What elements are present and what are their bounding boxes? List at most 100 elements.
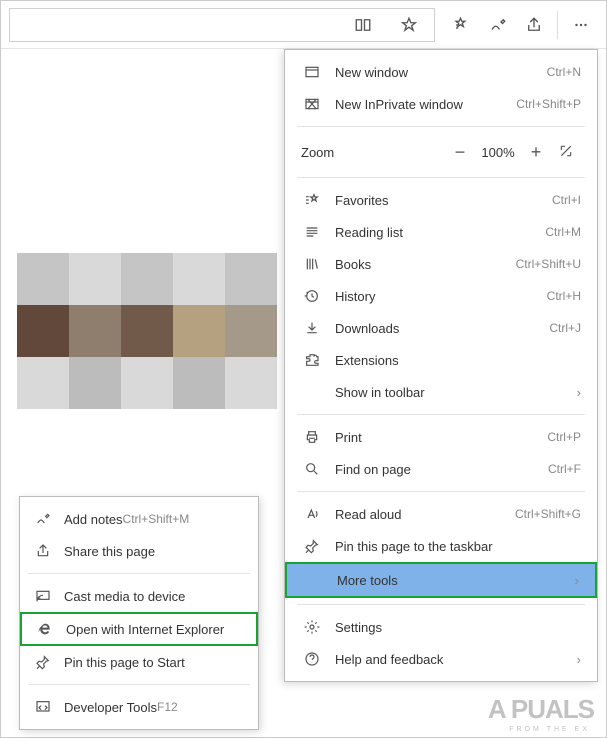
menu-print[interactable]: Print Ctrl+P (285, 421, 597, 453)
search-icon (301, 461, 323, 477)
menu-shortcut: Ctrl+H (547, 289, 581, 303)
star-lines-icon (301, 192, 323, 208)
menu-label: Show in toolbar (335, 385, 577, 400)
menu-new-window[interactable]: New window Ctrl+N (285, 56, 597, 88)
menu-label: Pin this page to the taskbar (335, 539, 581, 554)
menu-divider (297, 604, 585, 605)
menu-divider (297, 177, 585, 178)
menu-label: Pin this page to Start (64, 655, 185, 670)
chevron-right-icon: › (577, 385, 581, 400)
menu-pin-taskbar[interactable]: Pin this page to the taskbar (285, 530, 597, 562)
menu-shortcut: Ctrl+P (547, 430, 581, 444)
favorite-star-icon[interactable] (392, 8, 426, 42)
menu-shortcut: Ctrl+J (549, 321, 581, 335)
menu-label: Favorites (335, 193, 552, 208)
cast-icon (32, 588, 54, 604)
menu-show-in-toolbar[interactable]: Show in toolbar › (285, 376, 597, 408)
menu-label: Settings (335, 620, 581, 635)
menu-shortcut: Ctrl+Shift+P (516, 97, 581, 111)
pin-icon (32, 654, 54, 670)
menu-label: Extensions (335, 353, 581, 368)
menu-shortcut: Ctrl+M (545, 225, 581, 239)
more-menu-icon[interactable] (564, 8, 598, 42)
inprivate-icon (301, 96, 323, 112)
notes-icon[interactable] (481, 8, 515, 42)
chevron-right-icon: › (575, 573, 579, 588)
menu-favorites[interactable]: Favorites Ctrl+I (285, 184, 597, 216)
pen-icon (32, 511, 54, 527)
menu-label: Read aloud (335, 507, 515, 522)
menu-label: More tools (337, 573, 575, 588)
menu-label: Share this page (64, 544, 155, 559)
menu-label: New InPrivate window (335, 97, 516, 112)
share-icon[interactable] (517, 8, 551, 42)
zoom-in-button[interactable]: + (521, 142, 551, 163)
menu-label: Cast media to device (64, 589, 185, 604)
download-icon (301, 320, 323, 336)
menu-divider (28, 684, 250, 685)
toolbar (1, 1, 606, 49)
menu-read-aloud[interactable]: Read aloud Ctrl+Shift+G (285, 498, 597, 530)
pin-icon (301, 538, 323, 554)
history-icon (301, 288, 323, 304)
menu-divider (297, 414, 585, 415)
menu-history[interactable]: History Ctrl+H (285, 280, 597, 312)
submenu-add-notes[interactable]: Add notes Ctrl+Shift+M (20, 503, 258, 535)
list-icon (301, 224, 323, 240)
menu-shortcut: F12 (157, 700, 178, 714)
menu-find[interactable]: Find on page Ctrl+F (285, 453, 597, 485)
menu-more-tools[interactable]: More tools › (285, 562, 597, 598)
settings-menu: New window Ctrl+N New InPrivate window C… (284, 49, 598, 682)
menu-label: Find on page (335, 462, 548, 477)
watermark: A PUALS (488, 694, 594, 725)
menu-label: Downloads (335, 321, 549, 336)
fullscreen-button[interactable] (551, 142, 581, 163)
devtools-icon (32, 699, 54, 715)
share-icon (32, 543, 54, 559)
submenu-share[interactable]: Share this page (20, 535, 258, 567)
menu-shortcut: Ctrl+Shift+G (515, 507, 581, 521)
menu-label: Print (335, 430, 547, 445)
menu-label: Open with Internet Explorer (66, 622, 224, 637)
gear-icon (301, 619, 323, 635)
submenu-cast[interactable]: Cast media to device (20, 580, 258, 612)
menu-label: Add notes (64, 512, 123, 527)
window-icon (301, 64, 323, 80)
menu-divider (297, 126, 585, 127)
menu-divider (28, 573, 250, 574)
puzzle-icon (301, 352, 323, 368)
menu-shortcut: Ctrl+I (552, 193, 581, 207)
menu-shortcut: Ctrl+F (548, 462, 581, 476)
watermark-sub: FROM THE EX (509, 726, 590, 733)
menu-new-inprivate[interactable]: New InPrivate window Ctrl+Shift+P (285, 88, 597, 120)
menu-divider (297, 491, 585, 492)
zoom-out-button[interactable]: − (445, 142, 475, 163)
menu-label: Reading list (335, 225, 545, 240)
zoom-value: 100% (475, 145, 521, 160)
address-bar[interactable] (9, 8, 435, 42)
reading-view-icon[interactable] (346, 8, 380, 42)
zoom-label: Zoom (301, 145, 445, 160)
menu-shortcut: Ctrl+N (547, 65, 581, 79)
books-icon (301, 256, 323, 272)
menu-shortcut: Ctrl+Shift+M (123, 512, 190, 526)
menu-help[interactable]: Help and feedback › (285, 643, 597, 675)
menu-label: New window (335, 65, 547, 80)
menu-label: History (335, 289, 547, 304)
menu-zoom: Zoom − 100% + (285, 133, 597, 171)
menu-reading-list[interactable]: Reading list Ctrl+M (285, 216, 597, 248)
menu-label: Books (335, 257, 516, 272)
submenu-dev-tools[interactable]: Developer Tools F12 (20, 691, 258, 723)
menu-shortcut: Ctrl+Shift+U (516, 257, 581, 271)
menu-extensions[interactable]: Extensions (285, 344, 597, 376)
print-icon (301, 429, 323, 445)
menu-books[interactable]: Books Ctrl+Shift+U (285, 248, 597, 280)
read-aloud-icon (301, 506, 323, 522)
favorites-hub-icon[interactable] (445, 8, 479, 42)
more-tools-submenu: Add notes Ctrl+Shift+M Share this page C… (19, 496, 259, 730)
submenu-pin-start[interactable]: Pin this page to Start (20, 646, 258, 678)
toolbar-separator (557, 11, 558, 39)
menu-downloads[interactable]: Downloads Ctrl+J (285, 312, 597, 344)
submenu-open-ie[interactable]: Open with Internet Explorer (20, 612, 258, 646)
menu-settings[interactable]: Settings (285, 611, 597, 643)
